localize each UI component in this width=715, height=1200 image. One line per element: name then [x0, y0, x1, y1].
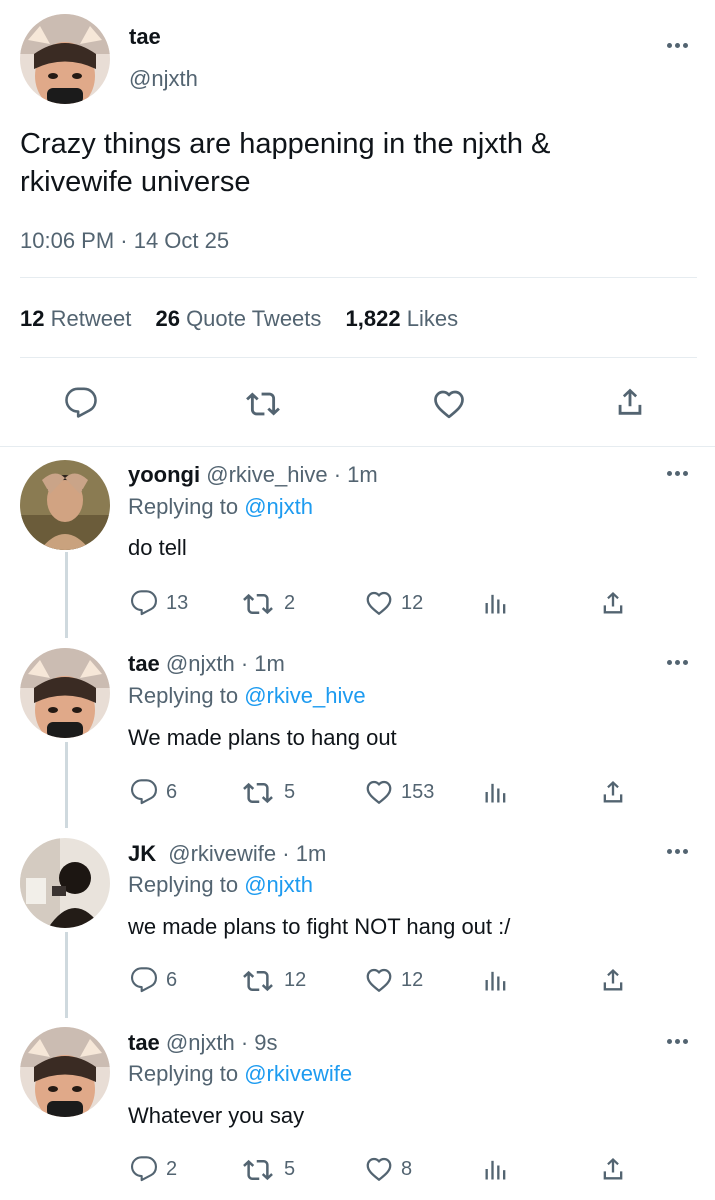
more-icon[interactable] — [667, 1038, 689, 1046]
author-handle[interactable]: @njxth — [129, 66, 198, 92]
reply-header: tae @njxth · 1m — [128, 651, 285, 677]
quote-label: Quote Tweets — [186, 306, 322, 331]
analytics-icon[interactable] — [482, 966, 510, 994]
like-count: 12 — [401, 592, 424, 614]
more-icon[interactable] — [667, 659, 689, 667]
reply-header: JK @rkivewife · 1m — [128, 841, 326, 867]
heart-icon[interactable] — [364, 588, 394, 618]
replying-prefix: Replying to — [128, 494, 239, 519]
likes-count: 1,822 — [345, 306, 401, 331]
author-name[interactable]: tae — [128, 651, 160, 676]
quote-stat[interactable]: 26 Quote Tweets — [155, 306, 327, 331]
author-name[interactable]: tae — [129, 24, 161, 50]
share-icon[interactable] — [599, 966, 627, 994]
tweet-text-line-2: rkivewife universe — [20, 166, 251, 198]
replying-to-link[interactable]: @njxth — [244, 494, 313, 519]
divider — [20, 357, 697, 358]
replying-prefix: Replying to — [128, 683, 239, 708]
replying-prefix: Replying to — [128, 1061, 239, 1086]
reply-icon[interactable] — [130, 778, 158, 806]
reply-text: We made plans to hang out — [128, 725, 397, 750]
replying-prefix: Replying to — [128, 872, 239, 897]
avatar[interactable] — [20, 460, 110, 550]
reply-header: tae @njxth · 9s — [128, 1030, 278, 1056]
author-handle-time[interactable]: @njxth · 1m — [166, 651, 285, 676]
heart-icon[interactable] — [364, 965, 394, 995]
quote-count: 26 — [155, 306, 180, 331]
reply-icon[interactable] — [130, 589, 158, 617]
avatar[interactable] — [20, 14, 110, 104]
thread-line — [65, 742, 68, 828]
analytics-icon[interactable] — [482, 589, 510, 617]
reply-count: 6 — [166, 969, 178, 991]
reply-text: Whatever you say — [128, 1103, 305, 1128]
like-count: 153 — [401, 781, 435, 803]
tweet-timestamp[interactable]: 10:06 PM · 14 Oct 25 — [20, 228, 229, 254]
replying-to: Replying to @rkive_hive — [128, 683, 366, 709]
divider — [0, 446, 715, 447]
avatar[interactable] — [20, 1027, 110, 1117]
divider — [20, 277, 697, 278]
replying-to-link[interactable]: @rkive_hive — [244, 683, 365, 708]
reply-count: 13 — [166, 592, 189, 614]
more-icon[interactable] — [667, 470, 689, 478]
retweet-icon[interactable] — [243, 1155, 273, 1185]
author-name[interactable]: yoongi — [128, 462, 200, 487]
retweet-count: 5 — [284, 1158, 296, 1180]
reply-text: do tell — [128, 535, 187, 560]
replying-to-link[interactable]: @njxth — [244, 872, 313, 897]
retweet-count: 12 — [284, 969, 307, 991]
tweet-stats: 12 Retweet 26 Quote Tweets 1,822 Likes — [20, 306, 458, 332]
likes-stat[interactable]: 1,822 Likes — [346, 306, 459, 331]
reply-icon[interactable] — [130, 966, 158, 994]
reply-icon[interactable] — [64, 386, 98, 420]
retweet-label: Retweet — [50, 306, 132, 331]
more-icon[interactable] — [667, 42, 689, 50]
author-handle-time[interactable]: @rkivewife · 1m — [168, 841, 326, 866]
reply-count: 2 — [166, 1158, 178, 1180]
like-count: 8 — [401, 1158, 413, 1180]
reply-count: 6 — [166, 781, 178, 803]
heart-icon[interactable] — [364, 777, 394, 807]
reply-text: we made plans to fight NOT hang out :/ — [128, 914, 511, 939]
author-name[interactable]: tae — [128, 1030, 160, 1055]
retweet-stat[interactable]: 12 Retweet — [20, 306, 137, 331]
replying-to-link[interactable]: @rkivewife — [244, 1061, 352, 1086]
author-handle-time[interactable]: @njxth · 9s — [166, 1030, 278, 1055]
retweet-count: 5 — [284, 781, 296, 803]
replying-to: Replying to @rkivewife — [128, 1061, 352, 1087]
reply-header: yoongi @rkive_hive · 1m — [128, 462, 378, 488]
analytics-icon[interactable] — [482, 778, 510, 806]
like-count: 12 — [401, 969, 424, 991]
more-icon[interactable] — [667, 848, 689, 856]
author-handle-time[interactable]: @rkive_hive · 1m — [206, 462, 378, 487]
share-icon[interactable] — [613, 385, 647, 419]
share-icon[interactable] — [599, 1155, 627, 1183]
analytics-icon[interactable] — [482, 1155, 510, 1183]
share-icon[interactable] — [599, 589, 627, 617]
author-name[interactable]: JK — [128, 841, 156, 866]
avatar[interactable] — [20, 838, 110, 928]
replying-to: Replying to @njxth — [128, 872, 313, 898]
replying-to: Replying to @njxth — [128, 494, 313, 520]
retweet-icon[interactable] — [246, 387, 280, 421]
thread-line — [65, 932, 68, 1018]
heart-icon[interactable] — [364, 1154, 394, 1184]
share-icon[interactable] — [599, 778, 627, 806]
retweet-count: 2 — [284, 592, 296, 614]
retweet-icon[interactable] — [243, 778, 273, 808]
retweet-count: 12 — [20, 306, 45, 331]
likes-label: Likes — [406, 306, 459, 331]
heart-icon[interactable] — [431, 386, 467, 422]
reply-icon[interactable] — [130, 1155, 158, 1183]
retweet-icon[interactable] — [243, 966, 273, 996]
retweet-icon[interactable] — [243, 589, 273, 619]
avatar[interactable] — [20, 648, 110, 738]
thread-line — [65, 552, 68, 638]
tweet-text-line-1: Crazy things are happening in the njxth … — [20, 128, 551, 160]
